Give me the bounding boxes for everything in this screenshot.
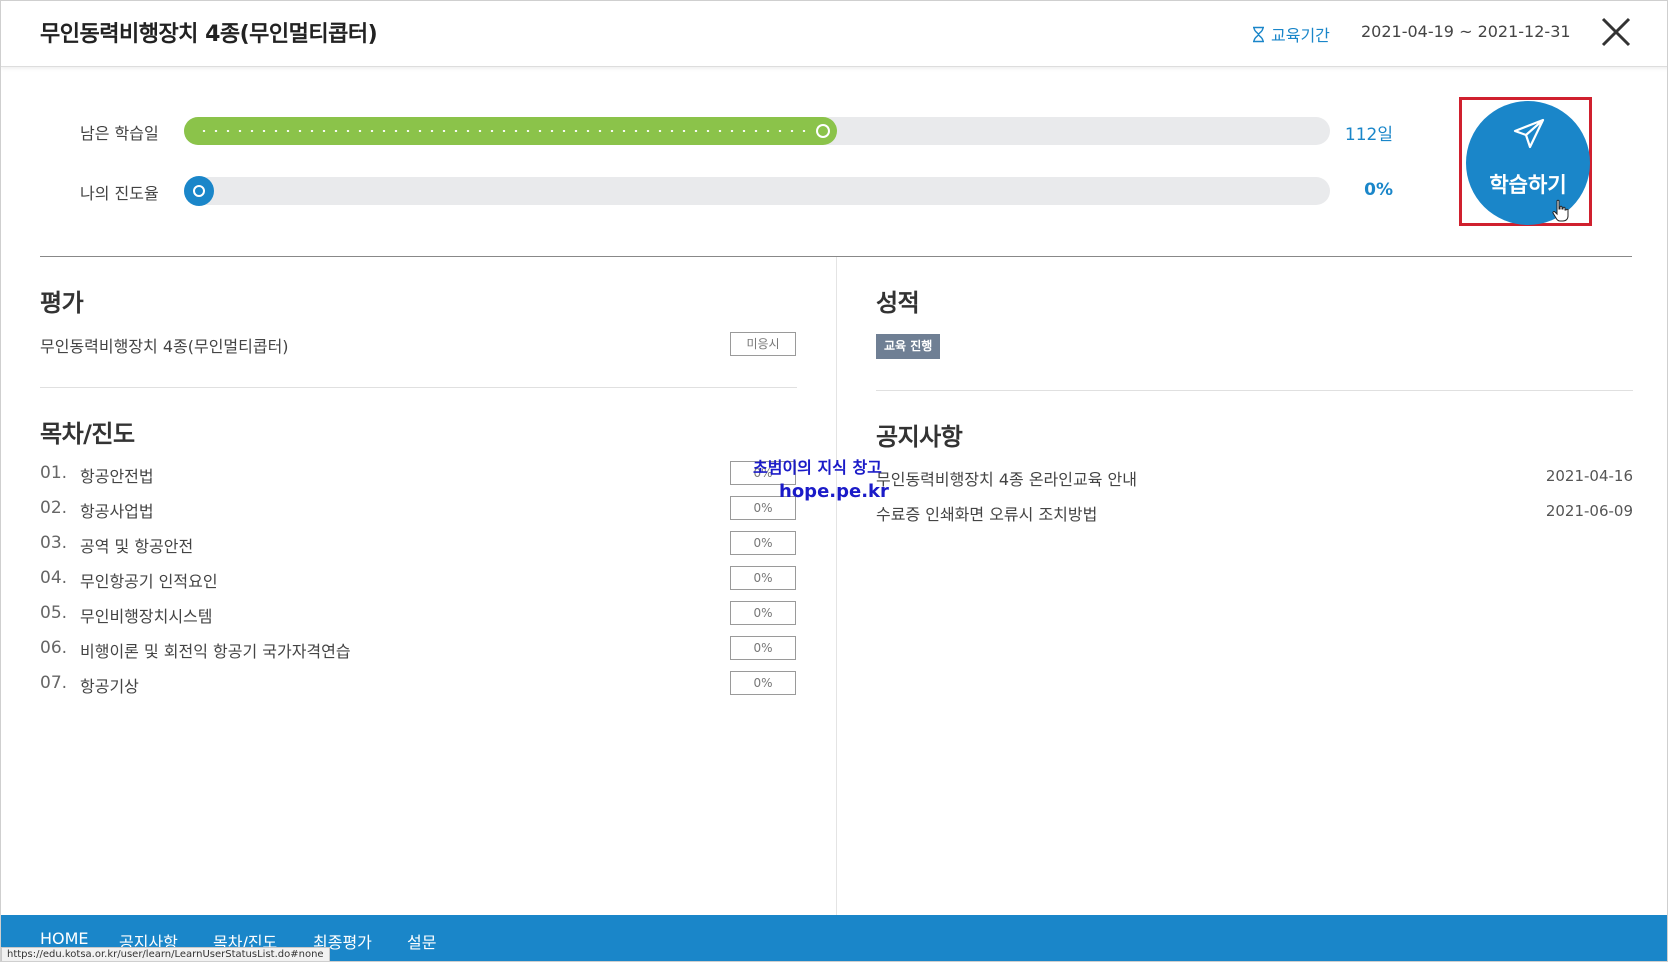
remaining-days-dots [198,130,807,132]
remaining-days-fill [184,117,837,145]
toc-number: 06. [40,638,68,658]
column-divider [836,257,837,917]
toc-row[interactable]: 04. 무인항공기 인적요인 0% [40,565,797,591]
toc-progress: 0% [730,636,796,660]
toc-number: 01. [40,463,68,483]
toc-name: 무인비행장치시스템 [80,607,213,626]
toc-row[interactable]: 05. 무인비행장치시스템 0% [40,600,797,626]
toc-name: 무인항공기 인적요인 [80,572,218,591]
notice-item[interactable]: 무인동력비행장치 4종 온라인교육 안내 2021-04-16 [876,464,1633,489]
remaining-days-value: 112일 [1344,125,1393,145]
notices-title: 공지사항 [876,423,963,451]
notice-date: 2021-04-16 [1545,467,1633,485]
notice-title: 무인동력비행장치 4종 온라인교육 안내 [876,470,1137,489]
toc-progress: 0% [730,496,796,520]
hourglass-icon [1253,26,1264,42]
evaluation-title: 평가 [40,289,84,317]
education-period-label-text: 교육기간 [1271,26,1330,45]
toc-row[interactable]: 02. 항공사업법 0% [40,495,797,521]
toc-name: 공역 및 항공안전 [80,537,194,556]
notice-item[interactable]: 수료증 인쇄화면 오류시 조치방법 2021-06-09 [876,499,1633,524]
toc-row[interactable]: 06. 비행이론 및 회전익 항공기 국가자격연습 0% [40,635,797,661]
toc-name: 비행이론 및 회전익 항공기 국가자격연습 [80,642,351,661]
toc-progress: 0% [730,566,796,590]
course-title: 무인동력비행장치 4종(무인멀티콥터) [40,22,378,47]
my-progress-row: 나의 진도율 0% [1,175,1421,207]
status-bar-url: https://edu.kotsa.or.kr/user/learn/Learn… [1,947,330,961]
toc-number: 04. [40,568,68,588]
toc-progress: 0% [730,461,796,485]
grade-divider [876,390,1633,391]
grade-title: 성적 [876,289,920,317]
education-period-value: 2021-04-19 ~ 2021-12-31 [1361,22,1571,41]
toc-row[interactable]: 01. 항공안전법 0% [40,460,797,486]
toc-number: 02. [40,498,68,518]
my-progress-label: 나의 진도율 [80,184,159,203]
toc-row[interactable]: 03. 공역 및 항공안전 0% [40,530,797,556]
remaining-days-track [184,117,1330,145]
hand-cursor-icon [1552,199,1569,222]
nav-survey[interactable]: 설문 [407,929,436,953]
learn-button-highlight: 학습하기 [1459,97,1592,226]
evaluation-item-name: 무인동력비행장치 4종(무인멀티콥터) [40,337,289,356]
evaluation-status-button[interactable]: 미응시 [730,332,796,356]
toc-number: 07. [40,673,68,693]
toc-number: 05. [40,603,68,623]
nav-home[interactable]: HOME [40,929,89,948]
remaining-days-label: 남은 학습일 [80,124,159,143]
remaining-days-knob [816,124,830,138]
education-period-label: 교육기간 [1251,22,1330,46]
my-progress-track [184,176,1330,206]
toc-number: 03. [40,533,68,553]
notice-title: 수료증 인쇄화면 오류시 조치방법 [876,505,1098,524]
toc-name: 항공기상 [80,677,139,696]
remaining-days-row: 남은 학습일 112일 [1,115,1421,147]
toc-progress: 0% [730,601,796,625]
toc-name: 항공사업법 [80,502,154,521]
toc-title: 목차/진도 [40,420,135,448]
grade-status-badge: 교육 진행 [876,334,941,359]
my-progress-knob [184,176,214,206]
close-icon[interactable] [1599,15,1633,49]
paper-plane-icon [1513,118,1545,149]
course-status-window: 무인동력비행장치 4종(무인멀티콥터) 교육기간 2021-04-19 ~ 20… [0,0,1668,962]
learn-button-label: 학습하기 [1489,173,1567,197]
learn-button[interactable]: 학습하기 [1466,101,1590,225]
toc-name: 항공안전법 [80,467,154,486]
header: 무인동력비행장치 4종(무인멀티콥터) 교육기간 2021-04-19 ~ 20… [1,1,1667,67]
toc-progress: 0% [730,531,796,555]
my-progress-value: 0% [1364,180,1393,200]
notice-date: 2021-06-09 [1545,502,1633,520]
evaluation-divider [40,387,797,388]
toc-row[interactable]: 07. 항공기상 0% [40,670,797,696]
toc-progress: 0% [730,671,796,695]
